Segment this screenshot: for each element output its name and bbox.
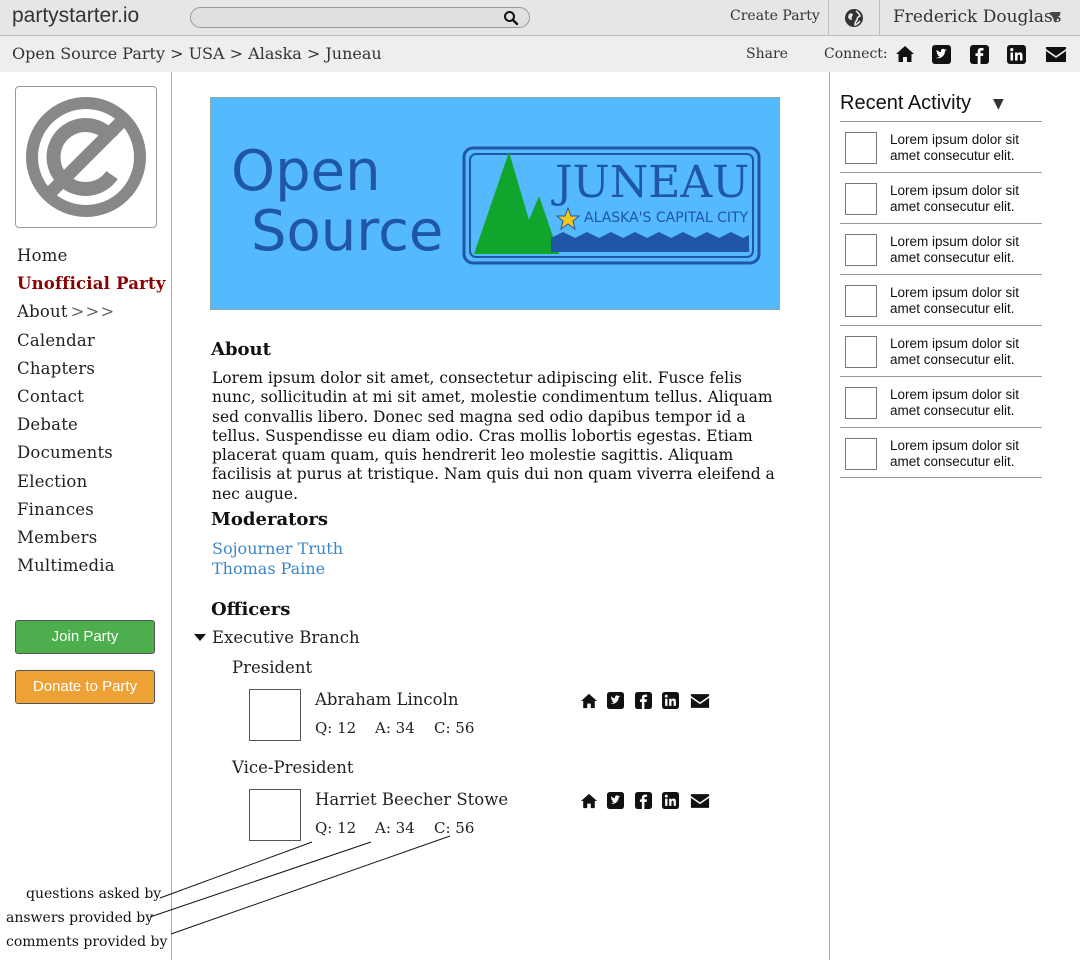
officer-name[interactable]: Abraham Lincoln bbox=[315, 690, 459, 709]
officer-facebook-icon[interactable] bbox=[635, 792, 652, 809]
about-heading: About bbox=[211, 339, 271, 360]
officer-linkedin-icon[interactable] bbox=[662, 692, 679, 709]
divider bbox=[828, 0, 829, 36]
officer-facebook-icon[interactable] bbox=[635, 692, 652, 709]
activity-thumbnail bbox=[845, 132, 877, 164]
search-input[interactable] bbox=[190, 7, 530, 28]
divider bbox=[879, 0, 880, 36]
collapse-triangle-icon[interactable] bbox=[194, 634, 206, 642]
linkedin-icon[interactable] bbox=[1007, 45, 1026, 64]
sidebar-item-election[interactable]: Election bbox=[17, 472, 166, 500]
list-item[interactable]: Lorem ipsum dolor sit amet consecutur el… bbox=[840, 172, 1042, 223]
activity-thumbnail bbox=[845, 336, 877, 368]
sidebar-nav: Home Unofficial Party About >>> Calendar … bbox=[17, 246, 166, 584]
banner-city: JUNEAU bbox=[551, 157, 749, 208]
executive-branch-toggle[interactable]: Executive Branch bbox=[212, 628, 360, 647]
annotation-questions: questions asked by bbox=[26, 886, 162, 902]
sidebar-item-unofficial-party[interactable]: Unofficial Party bbox=[17, 274, 166, 302]
recent-activity-list: Lorem ipsum dolor sit amet consecutur el… bbox=[840, 121, 1042, 478]
list-item[interactable]: Lorem ipsum dolor sit amet consecutur el… bbox=[840, 376, 1042, 427]
sidebar-item-members[interactable]: Members bbox=[17, 528, 166, 556]
top-bar: partystarter.io Create Party Frederick D… bbox=[0, 0, 1080, 36]
moderator-link[interactable]: Thomas Paine bbox=[212, 559, 325, 578]
expand-arrows-icon[interactable]: >>> bbox=[71, 302, 115, 321]
sidebar-item-contact[interactable]: Contact bbox=[17, 387, 166, 415]
sidebar-item-about[interactable]: About >>> bbox=[17, 302, 166, 330]
banner-tagline: ALASKA'S CAPITAL CITY bbox=[584, 210, 749, 226]
moderators-heading: Moderators bbox=[211, 509, 329, 530]
officer-linkedin-icon[interactable] bbox=[662, 792, 679, 809]
activity-thumbnail bbox=[845, 387, 877, 419]
about-text: Lorem ipsum dolor sit amet, consectetur … bbox=[212, 369, 775, 503]
list-item[interactable]: Lorem ipsum dolor sit amet consecutur el… bbox=[840, 121, 1042, 172]
list-item[interactable]: Lorem ipsum dolor sit amet consecutur el… bbox=[840, 325, 1042, 376]
user-menu[interactable]: Frederick Douglass bbox=[893, 7, 1061, 27]
search-icon[interactable] bbox=[503, 10, 519, 26]
list-item[interactable]: Lorem ipsum dolor sit amet consecutur el… bbox=[840, 427, 1042, 478]
moderator-link[interactable]: Sojourner Truth bbox=[212, 539, 343, 558]
banner-graphic: Open Source JUNEAU ALASKA'S CAPITAL CITY bbox=[231, 139, 761, 265]
officer-questions-count: Q: 12 bbox=[315, 719, 357, 737]
officer-comments-count: C: 56 bbox=[434, 819, 475, 837]
twitter-icon[interactable] bbox=[932, 45, 951, 64]
star-icon bbox=[555, 206, 581, 231]
recent-activity-heading[interactable]: Recent Activity bbox=[840, 92, 971, 115]
officer-email-icon[interactable] bbox=[690, 793, 710, 809]
connect-label: Connect: bbox=[824, 46, 888, 62]
officer-twitter-icon[interactable] bbox=[607, 792, 624, 809]
recent-activity-caret-icon[interactable]: ▼ bbox=[993, 96, 1004, 112]
officer-avatar[interactable] bbox=[249, 789, 301, 841]
donate-party-button[interactable]: Donate to Party bbox=[15, 670, 155, 704]
sidebar-item-finances[interactable]: Finances bbox=[17, 500, 166, 528]
activity-thumbnail bbox=[845, 438, 877, 470]
breadcrumb[interactable]: Open Source Party > USA > Alaska > Junea… bbox=[12, 44, 382, 63]
role-president-label: President bbox=[232, 658, 313, 677]
officer-answers-count: A: 34 bbox=[375, 719, 415, 737]
water-icon bbox=[551, 232, 749, 252]
banner-line1: Open bbox=[231, 139, 381, 204]
banner-line2: Source bbox=[251, 199, 443, 264]
breadcrumb-bar: Open Source Party > USA > Alaska > Junea… bbox=[0, 36, 1080, 72]
activity-thumbnail bbox=[845, 234, 877, 266]
sidebar-item-home[interactable]: Home bbox=[17, 246, 166, 274]
officer-comments-count: C: 56 bbox=[434, 719, 475, 737]
officer-twitter-icon[interactable] bbox=[607, 692, 624, 709]
activity-thumbnail bbox=[845, 285, 877, 317]
left-sidebar-divider bbox=[171, 72, 172, 960]
officer-answers-count: A: 34 bbox=[375, 819, 415, 837]
activity-thumbnail bbox=[845, 183, 877, 215]
home-icon[interactable] bbox=[895, 45, 915, 63]
sidebar-item-multimedia[interactable]: Multimedia bbox=[17, 556, 166, 584]
list-item[interactable]: Lorem ipsum dolor sit amet consecutur el… bbox=[840, 274, 1042, 325]
officer-questions-count: Q: 12 bbox=[315, 819, 357, 837]
officer-home-icon[interactable] bbox=[580, 693, 598, 709]
facebook-icon[interactable] bbox=[970, 45, 989, 64]
public-domain-icon bbox=[26, 97, 146, 217]
officer-email-icon[interactable] bbox=[690, 693, 710, 709]
sidebar-item-debate[interactable]: Debate bbox=[17, 415, 166, 443]
sidebar-item-calendar[interactable]: Calendar bbox=[17, 331, 166, 359]
site-logo[interactable]: partystarter.io bbox=[12, 4, 139, 28]
join-party-button[interactable]: Join Party bbox=[15, 620, 155, 654]
officer-name[interactable]: Harriet Beecher Stowe bbox=[315, 790, 508, 809]
sidebar-item-chapters[interactable]: Chapters bbox=[17, 359, 166, 387]
create-party-link[interactable]: Create Party bbox=[730, 8, 820, 24]
officer-home-icon[interactable] bbox=[580, 793, 598, 809]
right-sidebar-divider bbox=[829, 72, 830, 960]
role-vice-president-label: Vice-President bbox=[232, 758, 354, 777]
party-avatar bbox=[15, 86, 157, 228]
globe-icon[interactable] bbox=[844, 8, 864, 28]
annotation-answers: answers provided by bbox=[6, 910, 154, 926]
user-menu-caret-icon[interactable]: ▼ bbox=[1050, 9, 1061, 25]
list-item[interactable]: Lorem ipsum dolor sit amet consecutur el… bbox=[840, 223, 1042, 274]
annotation-comments: comments provided by bbox=[6, 934, 168, 950]
officer-avatar[interactable] bbox=[249, 689, 301, 741]
party-banner: Open Source JUNEAU ALASKA'S CAPITAL CITY bbox=[210, 97, 780, 310]
sidebar-item-documents[interactable]: Documents bbox=[17, 443, 166, 471]
officers-heading: Officers bbox=[211, 599, 291, 620]
email-icon[interactable] bbox=[1045, 46, 1067, 63]
share-link[interactable]: Share bbox=[746, 46, 788, 62]
mountain-icon bbox=[474, 152, 559, 254]
